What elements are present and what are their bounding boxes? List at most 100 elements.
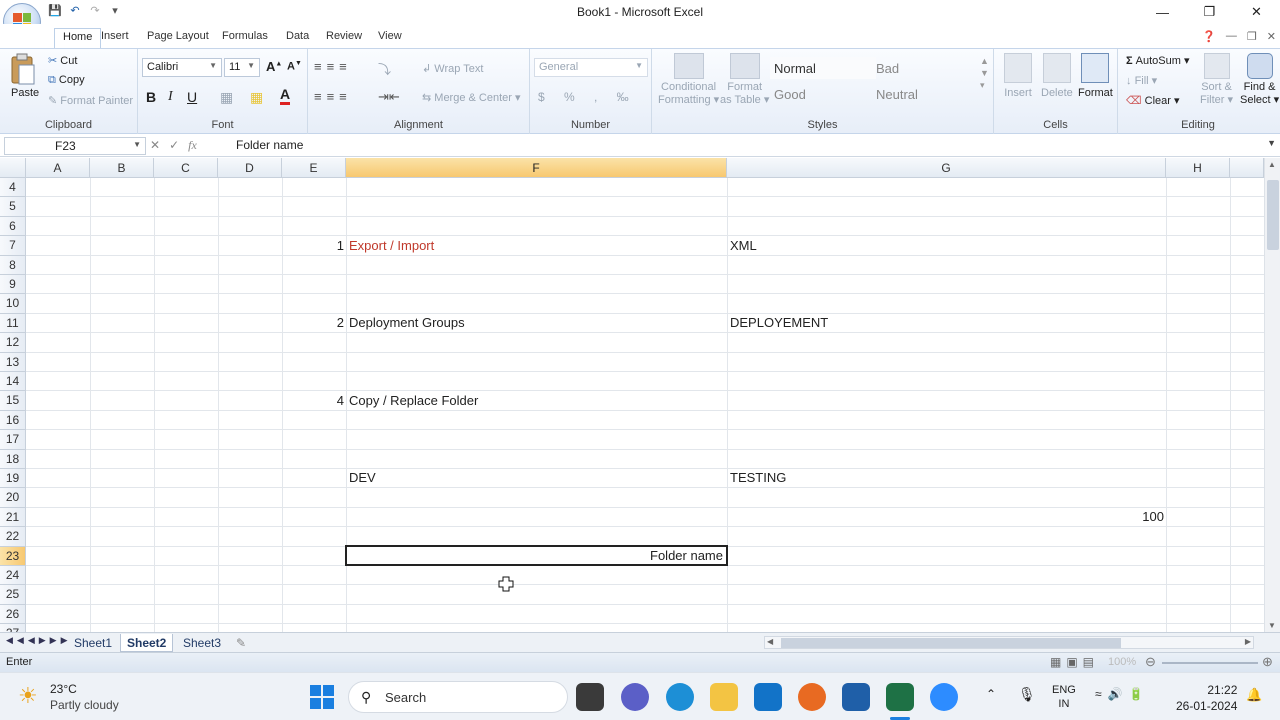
horizontal-scrollbar[interactable]: ◀ ▶ bbox=[764, 636, 1254, 649]
zoom-out-icon[interactable]: ⊖ bbox=[1145, 654, 1156, 670]
taskbar-search[interactable]: ⚲ Search bbox=[348, 681, 568, 713]
font-size-select[interactable]: 11 ▼ bbox=[224, 58, 260, 77]
sheet-nav-icons[interactable]: ◀◀◀▶▶▶ bbox=[6, 635, 72, 646]
zoom-app-icon[interactable] bbox=[930, 683, 958, 711]
row-header-12[interactable]: 12 bbox=[0, 333, 26, 353]
row-header-19[interactable]: 19 bbox=[0, 469, 26, 489]
column-header-f[interactable]: F bbox=[346, 158, 727, 178]
tab-data[interactable]: Data bbox=[278, 28, 317, 48]
view-mode-icons[interactable]: ▦▣▤ bbox=[1050, 655, 1099, 669]
tab-insert[interactable]: Insert bbox=[93, 28, 137, 48]
zoom-slider[interactable] bbox=[1162, 662, 1258, 664]
vertical-align-icons[interactable]: ≡≡≡ bbox=[314, 59, 352, 74]
tab-formulas[interactable]: Formulas bbox=[214, 28, 276, 48]
file-explorer-dark-icon[interactable] bbox=[576, 683, 604, 711]
start-icon[interactable] bbox=[310, 685, 334, 709]
scroll-up-icon[interactable]: ▲ bbox=[1268, 160, 1276, 169]
row-header-18[interactable]: 18 bbox=[0, 449, 26, 469]
bold-icon[interactable]: B bbox=[146, 89, 156, 105]
column-header-i[interactable] bbox=[1230, 158, 1264, 178]
language-indicator[interactable]: ENG IN bbox=[1052, 683, 1076, 711]
tab-review[interactable]: Review bbox=[318, 28, 370, 48]
paste-button[interactable]: Paste bbox=[11, 87, 39, 99]
tab-sheet1[interactable]: Sheet1 bbox=[68, 634, 118, 652]
delete-cells-button[interactable]: Delete bbox=[1041, 53, 1073, 99]
weather-icon[interactable]: ☀ bbox=[18, 683, 38, 709]
format-cells-button[interactable]: Format bbox=[1078, 53, 1113, 99]
chat-icon[interactable] bbox=[621, 683, 649, 711]
tab-sheet2[interactable]: Sheet2 bbox=[120, 634, 174, 652]
microphone-icon[interactable]: 🎙 bbox=[1018, 686, 1036, 703]
row-header-27[interactable]: 27 bbox=[0, 624, 26, 632]
number-format-icons[interactable]: $ % , ‰ bbox=[538, 90, 637, 104]
cell-h21[interactable]: 100 bbox=[1100, 507, 1164, 526]
row-header-24[interactable]: 24 bbox=[0, 566, 26, 586]
expand-formula-icon[interactable]: ▼ bbox=[1267, 138, 1276, 148]
cut-button[interactable]: ✂ Cut bbox=[48, 54, 77, 67]
active-cell-f23[interactable]: Folder name bbox=[345, 545, 728, 566]
column-header-g[interactable]: G bbox=[727, 158, 1166, 178]
paste-icon[interactable] bbox=[9, 53, 39, 87]
cell-g19[interactable]: TESTING bbox=[730, 468, 786, 487]
close-icon[interactable]: ✕ bbox=[1233, 0, 1280, 24]
cell-f11[interactable]: Deployment Groups bbox=[349, 313, 465, 332]
row-header-25[interactable]: 25 bbox=[0, 585, 26, 605]
folder-icon[interactable] bbox=[710, 683, 738, 711]
row-header-9[interactable]: 9 bbox=[0, 275, 26, 295]
row-header-8[interactable]: 8 bbox=[0, 255, 26, 275]
row-header-15[interactable]: 15 bbox=[0, 391, 26, 411]
cell-f7[interactable]: Export / Import bbox=[349, 236, 434, 255]
style-bad[interactable]: Bad bbox=[872, 57, 978, 79]
cell-g7[interactable]: XML bbox=[730, 236, 757, 255]
cell-f15[interactable]: Copy / Replace Folder bbox=[349, 391, 478, 410]
column-header-b[interactable]: B bbox=[90, 158, 154, 178]
format-painter-button[interactable]: ✎ Format Painter bbox=[48, 94, 133, 107]
vertical-scroll-thumb[interactable] bbox=[1267, 180, 1279, 250]
fill-button[interactable]: ↓ Fill ▾ bbox=[1126, 74, 1157, 87]
row-header-21[interactable]: 21 bbox=[0, 507, 26, 528]
conditional-formatting-button[interactable]: Conditional Formatting ▾ bbox=[658, 53, 719, 107]
tab-sheet3[interactable]: Sheet3 bbox=[177, 634, 227, 652]
clear-button[interactable]: ⌫ Clear ▾ bbox=[1126, 94, 1180, 107]
orientation-icon[interactable]: ⤵ bbox=[378, 59, 391, 78]
edge-icon[interactable] bbox=[666, 683, 694, 711]
styles-scroll-icon[interactable]: ▲ ▼ ▾ bbox=[980, 55, 989, 91]
cell-g11[interactable]: DEPLOYEMENT bbox=[730, 313, 828, 332]
fill-color-icon[interactable]: ▦ bbox=[250, 89, 263, 106]
find-select-button[interactable]: Find & Select ▾ bbox=[1240, 53, 1279, 107]
tab-view[interactable]: View bbox=[370, 28, 410, 48]
number-format-select[interactable]: General ▼ bbox=[534, 58, 648, 77]
row-header-10[interactable]: 10 bbox=[0, 294, 26, 314]
column-header-e[interactable]: E bbox=[282, 158, 346, 178]
help-icon[interactable]: ❓ bbox=[1202, 30, 1216, 43]
row-header-13[interactable]: 13 bbox=[0, 352, 26, 372]
column-header-h[interactable]: H bbox=[1166, 158, 1230, 178]
underline-icon[interactable]: U bbox=[187, 89, 197, 105]
ribbon-restore-icon[interactable]: ❐ bbox=[1247, 30, 1257, 43]
sort-filter-button[interactable]: Sort & Filter ▾ bbox=[1200, 53, 1233, 107]
cell-f19[interactable]: DEV bbox=[349, 468, 376, 487]
minimize-icon[interactable]: — bbox=[1139, 0, 1186, 24]
mail-icon[interactable] bbox=[754, 683, 782, 711]
wrap-text-button[interactable]: ↲ Wrap Text bbox=[422, 62, 483, 75]
scroll-left-icon[interactable]: ◀ bbox=[767, 637, 773, 646]
scroll-right-icon[interactable]: ▶ bbox=[1245, 637, 1251, 646]
cell-e15[interactable]: 4 bbox=[282, 391, 344, 410]
row-header-17[interactable]: 17 bbox=[0, 430, 26, 450]
column-header-a[interactable]: A bbox=[26, 158, 90, 178]
enter-entry-icon[interactable]: ✓ bbox=[169, 138, 179, 153]
row-header-7[interactable]: 7 bbox=[0, 236, 26, 256]
column-header-d[interactable]: D bbox=[218, 158, 282, 178]
shrink-font-icon[interactable]: A▼ bbox=[287, 60, 302, 73]
zoom-in-icon[interactable]: ⊕ bbox=[1262, 654, 1273, 670]
excel-icon[interactable] bbox=[886, 683, 914, 711]
insert-sheet-icon[interactable]: ✎ bbox=[230, 634, 252, 652]
autosum-button[interactable]: Σ AutoSum ▾ bbox=[1126, 54, 1190, 67]
horizontal-align-icons[interactable]: ≡≡≡ bbox=[314, 89, 352, 104]
merge-center-button[interactable]: ⇆ Merge & Center ▾ bbox=[422, 91, 521, 104]
ribbon-close-icon[interactable]: ✕ bbox=[1267, 30, 1276, 43]
cell-e11[interactable]: 2 bbox=[282, 313, 344, 332]
cell-e7[interactable]: 1 bbox=[282, 236, 344, 255]
row-header-23[interactable]: 23 bbox=[0, 546, 26, 566]
style-neutral[interactable]: Neutral bbox=[872, 83, 978, 105]
